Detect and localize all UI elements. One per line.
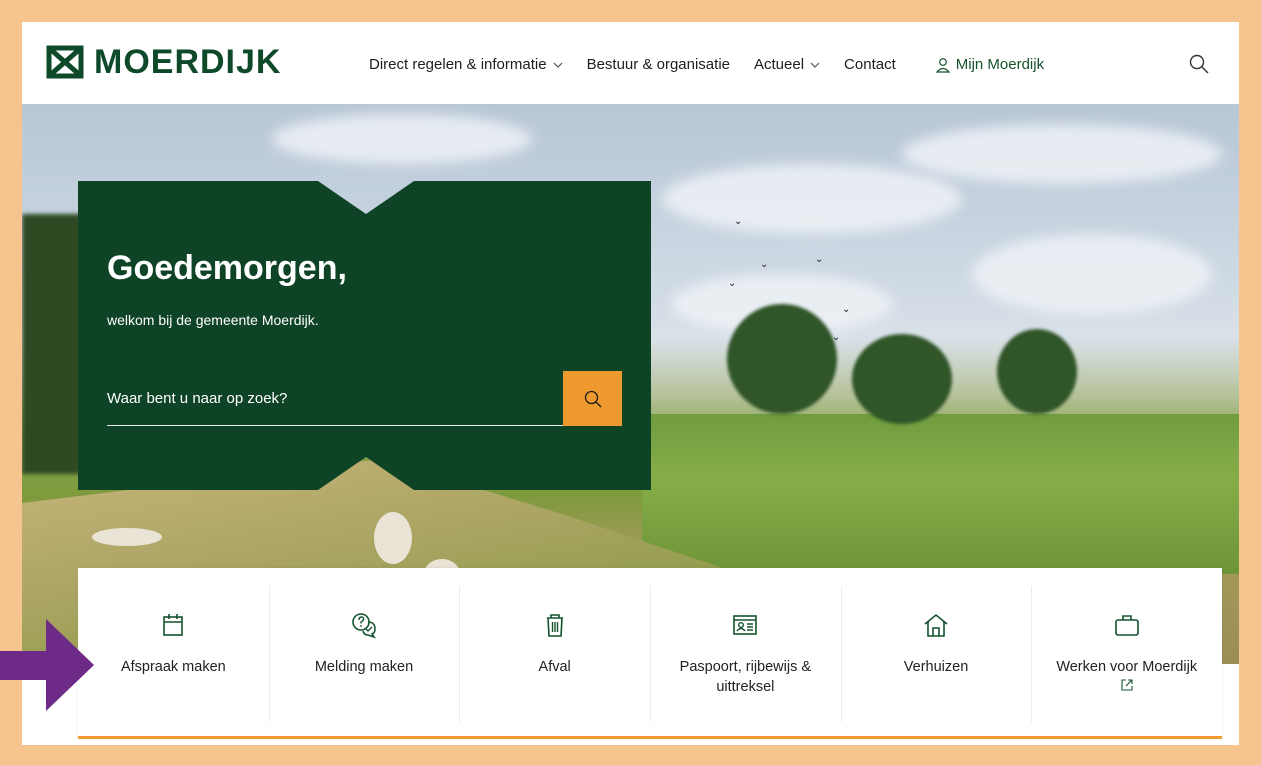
- bird: ⌄: [832, 332, 841, 343]
- user-icon: [935, 57, 950, 73]
- cloud: [272, 114, 532, 164]
- nav-contact[interactable]: Contact: [844, 56, 896, 73]
- quick-link-afspraak[interactable]: Afspraak maken: [78, 568, 269, 736]
- quick-link-werken[interactable]: Werken voor Moerdijk: [1031, 568, 1222, 736]
- welcome-text: welkom bij de gemeente Moerdijk.: [107, 312, 319, 328]
- nav-label: Contact: [844, 56, 896, 73]
- nav-label: Bestuur & organisatie: [586, 56, 730, 73]
- nav-actueel[interactable]: Actueel: [754, 56, 820, 73]
- bird: ⌄: [815, 254, 824, 265]
- chat-bubbles-icon: [352, 613, 376, 639]
- bird: ⌄: [734, 216, 743, 227]
- bird: ⌄: [842, 304, 851, 315]
- search-form: [107, 371, 622, 426]
- chevron-down-icon: [553, 62, 563, 68]
- sheep: [374, 512, 412, 564]
- cloud: [972, 234, 1212, 314]
- nav-direct-regelen[interactable]: Direct regelen & informatie: [369, 56, 563, 73]
- cloud: [902, 124, 1222, 184]
- briefcase-icon: [1114, 615, 1139, 636]
- nav-bestuur[interactable]: Bestuur & organisatie: [587, 56, 730, 73]
- trees-left: [22, 214, 82, 474]
- house-icon: [924, 613, 948, 637]
- search-icon[interactable]: [1189, 54, 1209, 74]
- quick-links-bar: Afspraak maken Melding maken Afval Paspo…: [78, 568, 1222, 739]
- quick-link-label: Werken voor Moerdijk: [1056, 659, 1198, 675]
- main-nav: Direct regelen & informatie Bestuur & or…: [369, 56, 1068, 73]
- moerdijk-logo-icon: [46, 45, 84, 79]
- welcome-search-card: Goedemorgen, welkom bij de gemeente Moer…: [78, 181, 651, 490]
- calendar-icon: [163, 614, 184, 636]
- search-submit-button[interactable]: [563, 371, 622, 426]
- site-header: MOERDIJK Direct regelen & informatie Bes…: [22, 22, 1239, 104]
- mijn-moerdijk-link[interactable]: Mijn Moerdijk: [935, 56, 1045, 73]
- tree: [852, 334, 952, 424]
- quick-link-label: Afval: [538, 659, 571, 675]
- annotation-arrow-icon: [0, 619, 94, 711]
- bird: ⌄: [728, 278, 737, 289]
- tree: [727, 304, 837, 414]
- quick-link-paspoort[interactable]: Paspoort, rijbewijs & uittreksel: [650, 568, 841, 736]
- external-link-icon: [1121, 679, 1133, 691]
- browser-frame: MOERDIJK Direct regelen & informatie Bes…: [22, 22, 1239, 745]
- greeting-heading: Goedemorgen,: [107, 249, 347, 287]
- quick-link-label: Verhuizen: [903, 659, 969, 675]
- bird: ⌄: [760, 259, 769, 270]
- sheep: [92, 528, 162, 546]
- cloud: [662, 164, 962, 234]
- quick-link-verhuizen[interactable]: Verhuizen: [840, 568, 1032, 736]
- mijn-moerdijk-label: Mijn Moerdijk: [955, 56, 1045, 73]
- tree: [997, 329, 1077, 414]
- search-icon: [584, 390, 601, 407]
- meadow: [642, 414, 1239, 574]
- quick-link-afval[interactable]: Afval: [459, 568, 650, 736]
- quick-link-label: Melding maken: [314, 659, 414, 675]
- quick-link-label: Paspoort, rijbewijs & uittreksel: [679, 659, 812, 695]
- quick-link-melding[interactable]: Melding maken: [268, 568, 460, 736]
- nav-label: Direct regelen & informatie: [369, 56, 547, 73]
- search-input[interactable]: [107, 371, 563, 426]
- logo[interactable]: MOERDIJK: [46, 42, 282, 81]
- quick-link-label: Afspraak maken: [120, 659, 226, 675]
- nav-label: Actueel: [754, 56, 805, 73]
- trash-bin-icon: [546, 614, 563, 637]
- id-card-icon: [733, 615, 758, 635]
- logo-text: MOERDIJK: [94, 42, 282, 81]
- chevron-down-icon: [810, 62, 820, 68]
